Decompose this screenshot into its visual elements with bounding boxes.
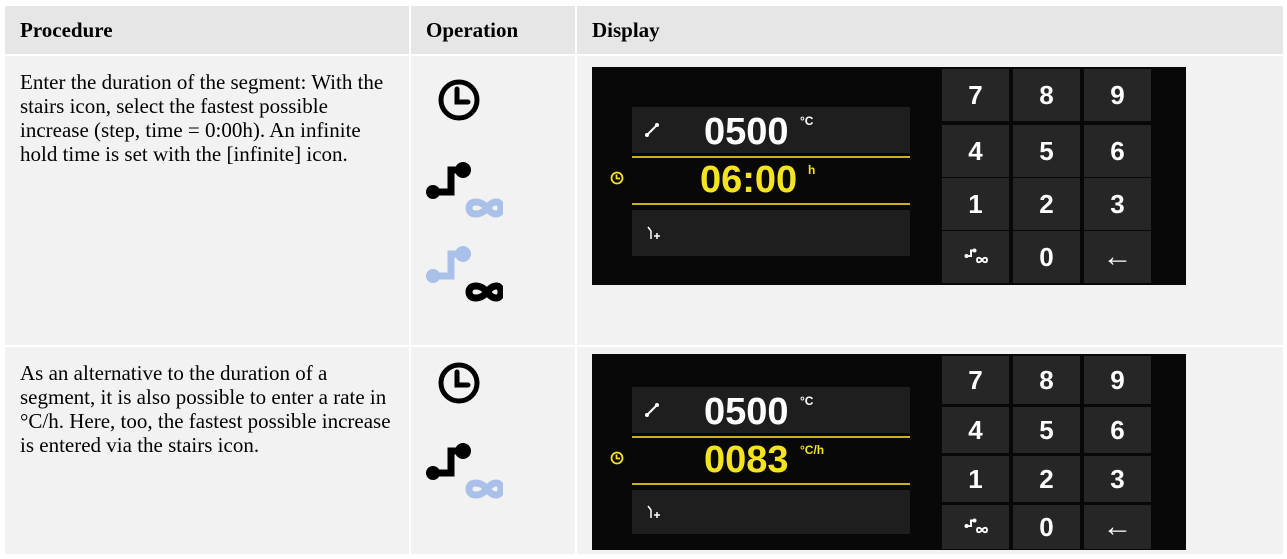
key-8[interactable]: 8	[1013, 69, 1080, 121]
display-cell-2: 0500 °C 0083 °C/h 7 8 9 4 5 6 1 2 3 0 ←	[577, 347, 1283, 554]
clock-icon	[610, 171, 624, 185]
procedure-cell-2: As an alternative to the duration of a s…	[5, 347, 409, 554]
key-5[interactable]: 5	[1013, 125, 1080, 177]
key-0[interactable]: 0	[1013, 505, 1080, 549]
stairs-infinite-alt-icon[interactable]	[425, 244, 503, 310]
stairs-infinite-icon[interactable]	[425, 441, 503, 507]
key-0[interactable]: 0	[1013, 231, 1080, 283]
controller-screen-1: 0500 °C 06:00 h 7 8 9 4 5 6 1 2 3 0 ←	[592, 67, 1186, 285]
stairs-infinite-icon	[964, 518, 988, 534]
ramp-icon	[645, 123, 659, 137]
key-1[interactable]: 1	[942, 456, 1009, 502]
procedure-table: Procedure Operation Display Enter the du…	[5, 6, 1283, 554]
key-4[interactable]: 4	[942, 125, 1009, 177]
key-6[interactable]: 6	[1084, 125, 1151, 177]
procedure-cell-1: Enter the duration of the segment: With …	[5, 56, 409, 345]
key-3[interactable]: 3	[1084, 456, 1151, 502]
key-9[interactable]: 9	[1084, 69, 1151, 121]
temperature-value[interactable]: 0500	[704, 391, 789, 434]
divider-bottom	[632, 483, 910, 485]
key-7[interactable]: 7	[942, 69, 1009, 121]
key-8[interactable]: 8	[1013, 356, 1080, 404]
key-2[interactable]: 2	[1013, 456, 1080, 502]
key-7[interactable]: 7	[942, 356, 1009, 404]
temperature-unit: °C	[800, 114, 814, 128]
divider-top	[632, 156, 910, 158]
clock-icon	[610, 451, 624, 465]
stairs-infinite-icon	[964, 248, 988, 264]
key-backspace[interactable]: ←	[1084, 231, 1151, 283]
display-cell-1: 0500 °C 06:00 h 7 8 9 4 5 6 1 2 3 0 ←	[577, 56, 1283, 345]
segment-panel	[632, 210, 910, 256]
segment-add-icon[interactable]	[646, 225, 662, 241]
divider-bottom	[632, 203, 910, 205]
rate-value[interactable]: 0083	[704, 439, 789, 482]
key-backspace[interactable]: ←	[1084, 505, 1151, 549]
controller-screen-2: 0500 °C 0083 °C/h 7 8 9 4 5 6 1 2 3 0 ←	[592, 354, 1186, 550]
operation-cell-2	[411, 347, 575, 554]
key-stairs-infinite[interactable]	[942, 505, 1009, 549]
key-9[interactable]: 9	[1084, 356, 1151, 404]
ramp-icon	[645, 403, 659, 417]
key-1[interactable]: 1	[942, 178, 1009, 230]
temperature-value[interactable]: 0500	[704, 111, 789, 154]
temperature-unit: °C	[800, 394, 814, 408]
segment-add-icon[interactable]	[646, 504, 662, 520]
clock-icon[interactable]	[437, 361, 481, 405]
stairs-infinite-icon[interactable]	[425, 160, 503, 226]
divider-top	[632, 436, 910, 438]
key-6[interactable]: 6	[1084, 407, 1151, 453]
key-3[interactable]: 3	[1084, 178, 1151, 230]
rate-unit: °C/h	[800, 443, 825, 457]
procedure-text-1: Enter the duration of the segment: With …	[20, 70, 384, 166]
key-4[interactable]: 4	[942, 407, 1009, 453]
procedure-text-2: As an alternative to the duration of a s…	[20, 361, 391, 457]
header-display: Display	[577, 6, 1283, 54]
header-procedure: Procedure	[5, 6, 409, 54]
key-5[interactable]: 5	[1013, 407, 1080, 453]
header-operation: Operation	[411, 6, 575, 54]
clock-icon[interactable]	[437, 78, 481, 122]
operation-cell-1	[411, 56, 575, 345]
duration-unit: h	[808, 163, 816, 177]
duration-value[interactable]: 06:00	[700, 159, 797, 202]
key-2[interactable]: 2	[1013, 178, 1080, 230]
key-stairs-infinite[interactable]	[942, 231, 1009, 283]
segment-panel	[632, 490, 910, 534]
